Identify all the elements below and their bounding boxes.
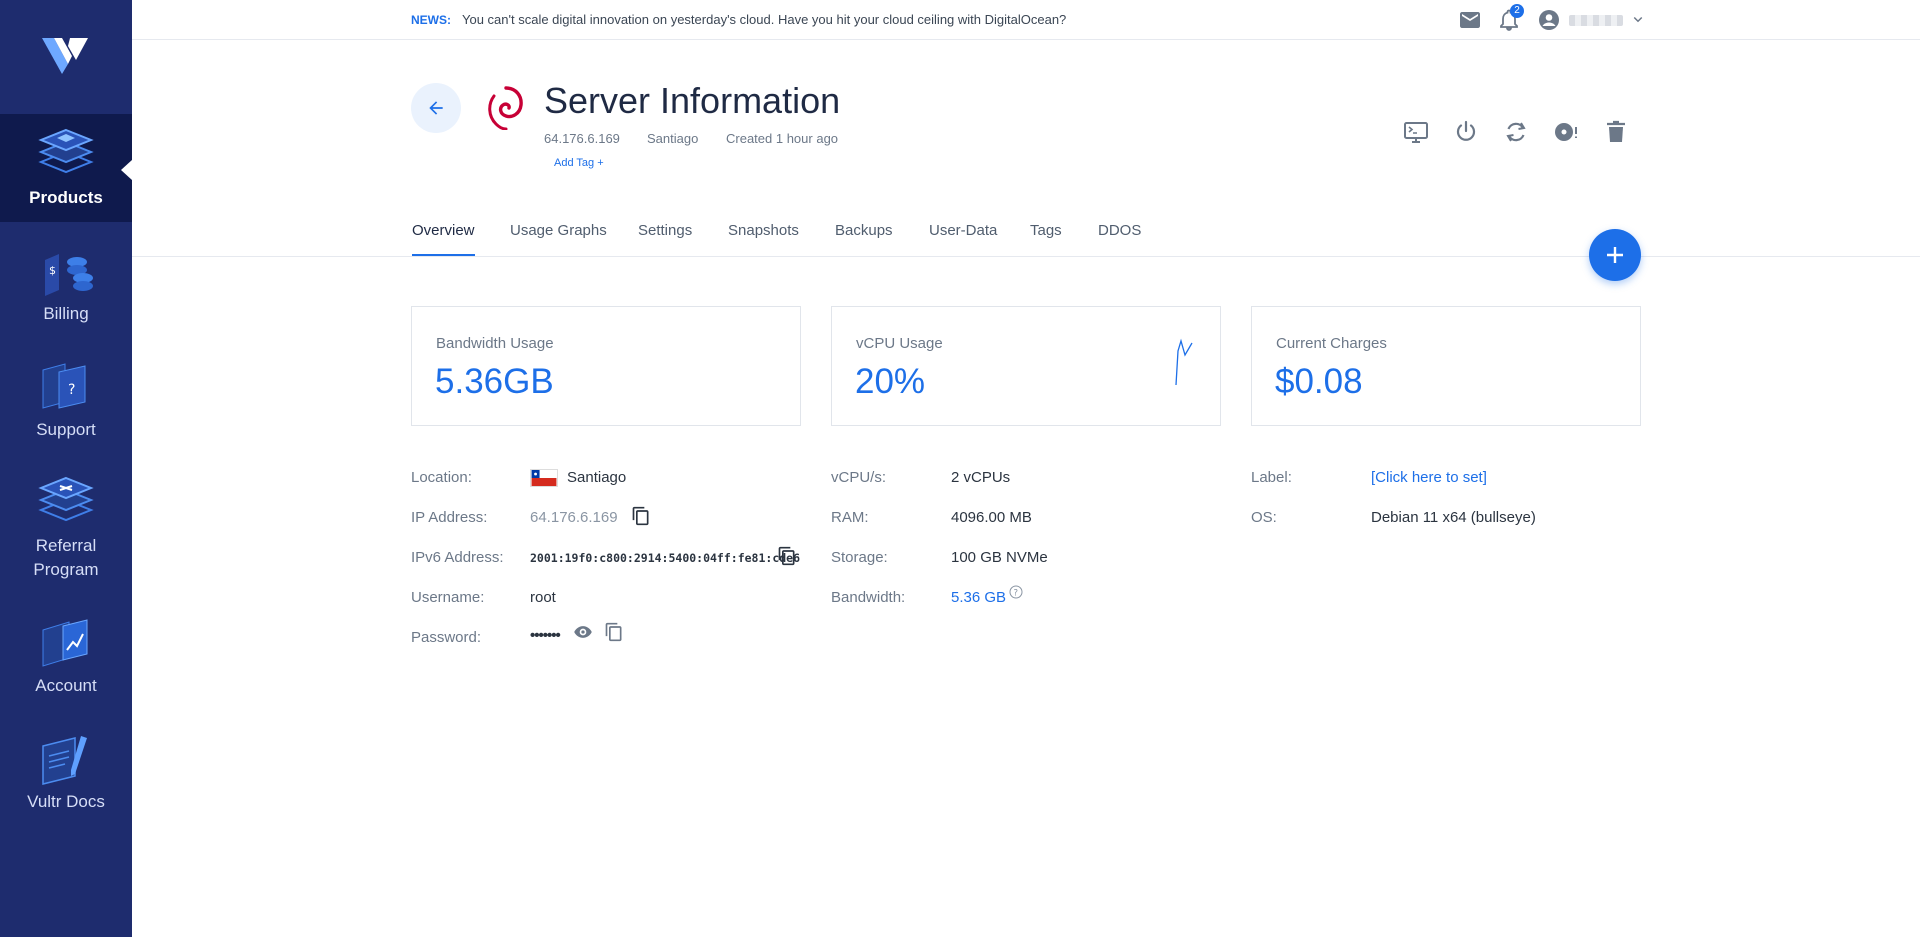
svg-text:$: $ xyxy=(49,264,56,277)
card-label: Bandwidth Usage xyxy=(436,335,554,352)
label-value-link[interactable]: [Click here to set] xyxy=(1371,469,1487,486)
support-icon: ? xyxy=(42,363,86,409)
location-label: Location: xyxy=(411,469,472,486)
sidebar-item-label-line1: Referral xyxy=(35,536,97,555)
card-label: Current Charges xyxy=(1276,335,1387,352)
bandwidth-usage-card: Bandwidth Usage 5.36GB xyxy=(411,306,801,426)
sidebar-item-support[interactable]: ? Support xyxy=(0,346,132,454)
copy-password-icon[interactable] xyxy=(604,622,624,642)
plus-icon xyxy=(1607,247,1623,263)
add-button[interactable] xyxy=(1589,229,1641,281)
card-value: $0.08 xyxy=(1275,362,1363,401)
vcpus-label: vCPU/s: xyxy=(831,469,887,486)
referral-icon xyxy=(38,476,94,522)
restart-icon[interactable] xyxy=(1502,118,1530,146)
sidebar-item-label: Account xyxy=(35,676,97,695)
os-label: OS: xyxy=(1251,509,1277,526)
power-icon[interactable] xyxy=(1452,118,1480,146)
back-button[interactable] xyxy=(411,83,461,133)
password-label: Password: xyxy=(411,629,482,646)
sidebar-item-label: Billing xyxy=(43,304,89,323)
card-value: 5.36GB xyxy=(435,362,554,401)
news-text[interactable]: You can't scale digital innovation on ye… xyxy=(462,12,1066,27)
sidebar-item-label: Vultr Docs xyxy=(27,792,105,811)
sidebar-item-docs[interactable]: Vultr Docs xyxy=(0,718,132,826)
tab-settings[interactable]: Settings xyxy=(638,222,692,256)
vcpus-value: 2 vCPUs xyxy=(951,469,1011,486)
docs-icon xyxy=(42,736,87,785)
current-charges-card: Current Charges $0.08 xyxy=(1251,306,1641,426)
storage-value: 100 GB NVMe xyxy=(951,549,1048,566)
username-redacted[interactable] xyxy=(1569,15,1623,26)
sidebar-item-label-line2: Program xyxy=(33,560,99,579)
ipv6-address-label: IPv6 Address: xyxy=(411,549,504,566)
copy-ip-icon[interactable] xyxy=(631,506,651,526)
svg-text:?: ? xyxy=(68,382,75,398)
arrow-left-icon xyxy=(429,101,443,115)
ipv6-address-value: 2001:19f0:c800:2914:5400:04ff:fe81:cde6 xyxy=(530,551,801,565)
sidebar-item-billing[interactable]: $ Billing xyxy=(0,230,132,338)
vcpu-sparkline xyxy=(1175,338,1193,386)
active-pointer xyxy=(121,160,132,180)
reinstall-disc-icon[interactable] xyxy=(1552,118,1580,146)
trash-icon[interactable] xyxy=(1602,118,1630,146)
tab-usage-graphs[interactable]: Usage Graphs xyxy=(510,222,607,256)
card-value: 20% xyxy=(855,362,926,401)
billing-icon: $ xyxy=(45,254,93,296)
bandwidth-label: Bandwidth: xyxy=(831,589,906,606)
ip-address-value: 64.176.6.169 xyxy=(530,509,618,526)
password-value: ••••••• xyxy=(530,627,561,644)
storage-label: Storage: xyxy=(831,549,888,566)
server-ip: 64.176.6.169 xyxy=(544,131,620,146)
username-value: root xyxy=(530,589,556,606)
console-icon[interactable] xyxy=(1402,118,1430,146)
chevron-down-icon[interactable] xyxy=(1629,10,1647,28)
eye-icon[interactable] xyxy=(573,622,593,642)
page-title: Server Information xyxy=(544,80,841,121)
label-label: Label: xyxy=(1251,469,1292,486)
vultr-logo[interactable] xyxy=(40,34,90,78)
tab-tags[interactable]: Tags xyxy=(1030,222,1062,256)
svg-text:?: ? xyxy=(1014,588,1019,598)
bandwidth-value[interactable]: 5.36 GB xyxy=(951,589,1006,606)
sidebar: Products $ Billing ? Support Referral Pr… xyxy=(0,0,132,937)
server-location: Santiago xyxy=(647,131,699,146)
sidebar-item-label: Products xyxy=(29,188,103,207)
top-bar: NEWS: You can't scale digital innovation… xyxy=(132,0,1920,40)
sidebar-item-label: Support xyxy=(36,420,96,439)
tab-backups[interactable]: Backups xyxy=(835,222,893,256)
add-tag-link[interactable]: Add Tag + xyxy=(554,157,604,169)
sidebar-item-products[interactable]: Products xyxy=(0,114,132,222)
chile-flag-icon xyxy=(530,469,558,487)
products-icon xyxy=(38,128,94,174)
tab-overview[interactable]: Overview xyxy=(412,222,475,256)
ram-label: RAM: xyxy=(831,509,869,526)
card-label: vCPU Usage xyxy=(856,335,943,352)
sidebar-item-referral[interactable]: Referral Program xyxy=(0,462,132,590)
sidebar-item-account[interactable]: Account xyxy=(0,602,132,710)
tab-snapshots[interactable]: Snapshots xyxy=(728,222,799,256)
location-value: Santiago xyxy=(567,469,627,486)
help-icon[interactable]: ? xyxy=(1009,585,1023,599)
notification-badge: 2 xyxy=(1510,4,1524,18)
news-tag: NEWS: xyxy=(411,13,451,27)
debian-logo-icon xyxy=(488,86,523,130)
user-avatar-icon[interactable] xyxy=(1537,8,1561,32)
tab-ddos[interactable]: DDOS xyxy=(1098,222,1141,256)
server-created: Created 1 hour ago xyxy=(726,131,839,146)
copy-ipv6-icon[interactable] xyxy=(777,546,797,566)
tab-user-data[interactable]: User-Data xyxy=(929,222,997,256)
mail-icon[interactable] xyxy=(1458,8,1482,32)
account-icon xyxy=(42,619,88,667)
ip-address-label: IP Address: xyxy=(411,509,488,526)
ram-value: 4096.00 MB xyxy=(951,509,1032,526)
username-label: Username: xyxy=(411,589,485,606)
vcpu-usage-card: vCPU Usage 20% xyxy=(831,306,1221,426)
os-value: Debian 11 x64 (bullseye) xyxy=(1371,509,1536,526)
tabs-divider xyxy=(132,256,1920,257)
